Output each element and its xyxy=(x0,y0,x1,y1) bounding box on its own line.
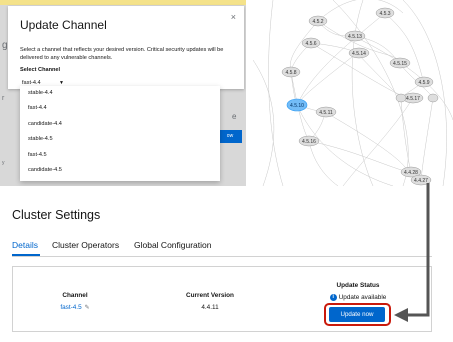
current-version-value: 4.4.11 xyxy=(201,304,219,311)
tab-divider xyxy=(12,256,432,257)
graph-node-label: 4.5.6 xyxy=(305,41,316,47)
channel-option[interactable]: candidate-4.5 xyxy=(20,163,220,178)
channel-link[interactable]: fast-4.5 xyxy=(60,304,81,311)
pencil-icon[interactable]: ✎ xyxy=(85,305,90,311)
background-text: y xyxy=(2,160,5,166)
channel-option[interactable]: stable-4.5 xyxy=(20,132,220,147)
graph-node-label: 4.4.27 xyxy=(414,178,428,184)
graph-node[interactable]: 4.5.9 xyxy=(414,76,434,88)
graph-node[interactable]: 4.4.27 xyxy=(410,174,432,186)
graph-node-label: 4.5.17 xyxy=(406,96,420,102)
current-version-header: Current Version xyxy=(186,292,234,299)
background-button: ow xyxy=(218,130,242,143)
graph-node-label: 4.5.2 xyxy=(312,19,323,25)
graph-node[interactable]: 4.5.10 xyxy=(286,98,308,112)
channel-dropdown-menu: stable-4.4 fast-4.4 candidate-4.4 stable… xyxy=(20,86,220,181)
graph-edges xyxy=(253,0,453,186)
channel-option[interactable]: fast-4.4 xyxy=(20,101,220,116)
graph-node-label: 4.5.16 xyxy=(302,139,316,145)
update-status-row: i Update available xyxy=(318,294,398,301)
tab-global-configuration[interactable]: Global Configuration xyxy=(134,240,212,250)
graph-node-label: 4.5.13 xyxy=(348,34,362,40)
graph-node[interactable] xyxy=(395,93,407,103)
graph-node[interactable]: 4.5.14 xyxy=(348,47,370,59)
graph-node-label: 4.5.11 xyxy=(319,110,333,116)
graph-node-label: 4.4.28 xyxy=(404,170,418,176)
channel-option[interactable]: stable-4.4 xyxy=(20,86,220,101)
channel-option[interactable]: fast-4.5 xyxy=(20,148,220,163)
graph-node[interactable]: 4.5.3 xyxy=(375,7,395,19)
graph-node-label: 4.5.15 xyxy=(393,61,407,67)
channel-option[interactable]: candidate-4.4 xyxy=(20,117,220,132)
graph-node-label: 4.5.3 xyxy=(379,11,390,17)
modal-title: Update Channel xyxy=(20,18,107,32)
background-text: e xyxy=(232,112,237,121)
graph-node[interactable]: 4.5.16 xyxy=(298,135,320,147)
channel-value-row: fast-4.5 ✎ xyxy=(40,304,110,311)
close-icon[interactable]: × xyxy=(231,12,236,22)
tab-details[interactable]: Details xyxy=(12,240,38,250)
graph-node-label: 4.5.10 xyxy=(290,103,304,109)
update-graph: 4.5.2 4.5.3 4.5.6 4.5.13 4.5.14 4.5.8 4.… xyxy=(253,0,453,186)
select-channel-label: Select Channel xyxy=(20,67,61,73)
graph-node[interactable]: 4.5.15 xyxy=(389,57,411,69)
update-channel-screenshot: g r y e ow Update Channel × Select a cha… xyxy=(0,0,246,186)
info-icon: i xyxy=(329,294,337,301)
graph-node[interactable]: 4.5.11 xyxy=(315,106,337,118)
update-status-header: Update Status xyxy=(336,282,380,289)
graph-node[interactable]: 4.5.13 xyxy=(344,30,366,42)
graph-node[interactable]: 4.5.6 xyxy=(301,37,321,49)
graph-node-label: 4.5.9 xyxy=(418,80,429,86)
update-status-value: Update available xyxy=(338,294,387,302)
graph-node-label: 4.5.8 xyxy=(285,70,296,76)
top-banner xyxy=(0,0,246,5)
graph-node[interactable] xyxy=(427,93,439,103)
highlight-box xyxy=(324,303,391,326)
background-text: g xyxy=(2,40,8,51)
graph-node-label: 4.5.14 xyxy=(352,51,366,57)
graph-node[interactable]: 4.5.8 xyxy=(281,66,301,78)
update-channel-modal: Update Channel × Select a channel that r… xyxy=(8,6,244,90)
tab-cluster-operators[interactable]: Cluster Operators xyxy=(52,240,119,250)
channel-header: Channel xyxy=(62,292,88,299)
modal-description: Select a channel that reflects your desi… xyxy=(20,47,224,61)
background-text: r xyxy=(2,95,5,102)
page-title: Cluster Settings xyxy=(12,208,101,222)
graph-node[interactable]: 4.5.2 xyxy=(308,15,328,27)
